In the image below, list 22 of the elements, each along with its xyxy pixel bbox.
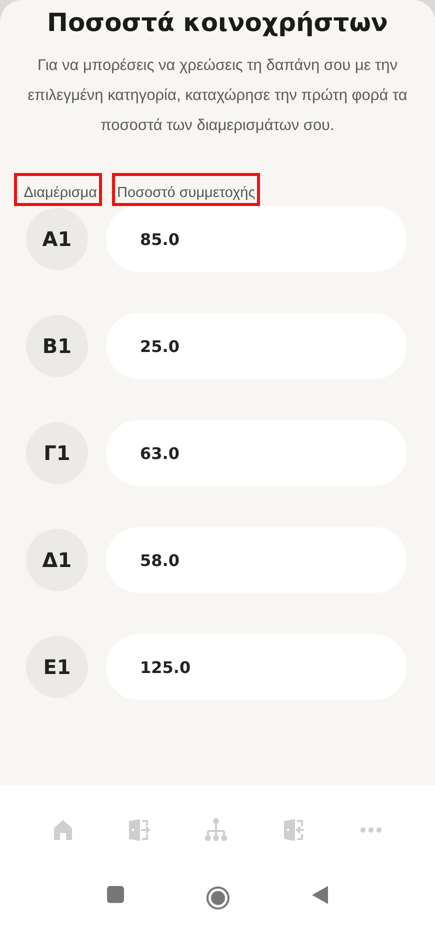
percentage-field[interactable]: 85.0 (106, 206, 407, 272)
column-header: Ποσοστό συμμετοχής (112, 173, 260, 206)
column-header: Διαμέρισμα (14, 173, 102, 206)
back-button[interactable] (312, 886, 328, 904)
apartment-badge: Γ1 (26, 422, 88, 484)
apartment-badge: Δ1 (26, 529, 88, 591)
apartment-badge: Α1 (26, 208, 88, 270)
apartment-badge: Ε1 (26, 636, 88, 698)
door-arrow-icon[interactable] (282, 818, 306, 842)
description: Για να μπορέσεις να χρεώσεις τη δαπάνη σου με την επιλεγμένη κατηγορία, καταχώρησε την πρώτη φορά τα ποσοστά των διαμερισμάτων σου. (26, 56, 408, 136)
percentage-field[interactable]: 125.0 (106, 634, 407, 700)
percentage-field[interactable]: 58.0 (106, 527, 407, 593)
door-arrow-icon[interactable] (127, 818, 152, 842)
percentage-field[interactable]: 25.0 (106, 313, 407, 379)
hierarchy-icon[interactable] (205, 818, 228, 842)
page-title: Ποσοστά κοινοχρήστων (47, 8, 388, 37)
percentage-field[interactable]: 63.0 (106, 420, 407, 486)
recents-button[interactable] (107, 886, 124, 903)
home-icon[interactable] (53, 819, 74, 841)
home-button[interactable] (206, 886, 230, 910)
apartment-badge: Β1 (26, 315, 88, 377)
more-icon[interactable] (360, 827, 382, 833)
